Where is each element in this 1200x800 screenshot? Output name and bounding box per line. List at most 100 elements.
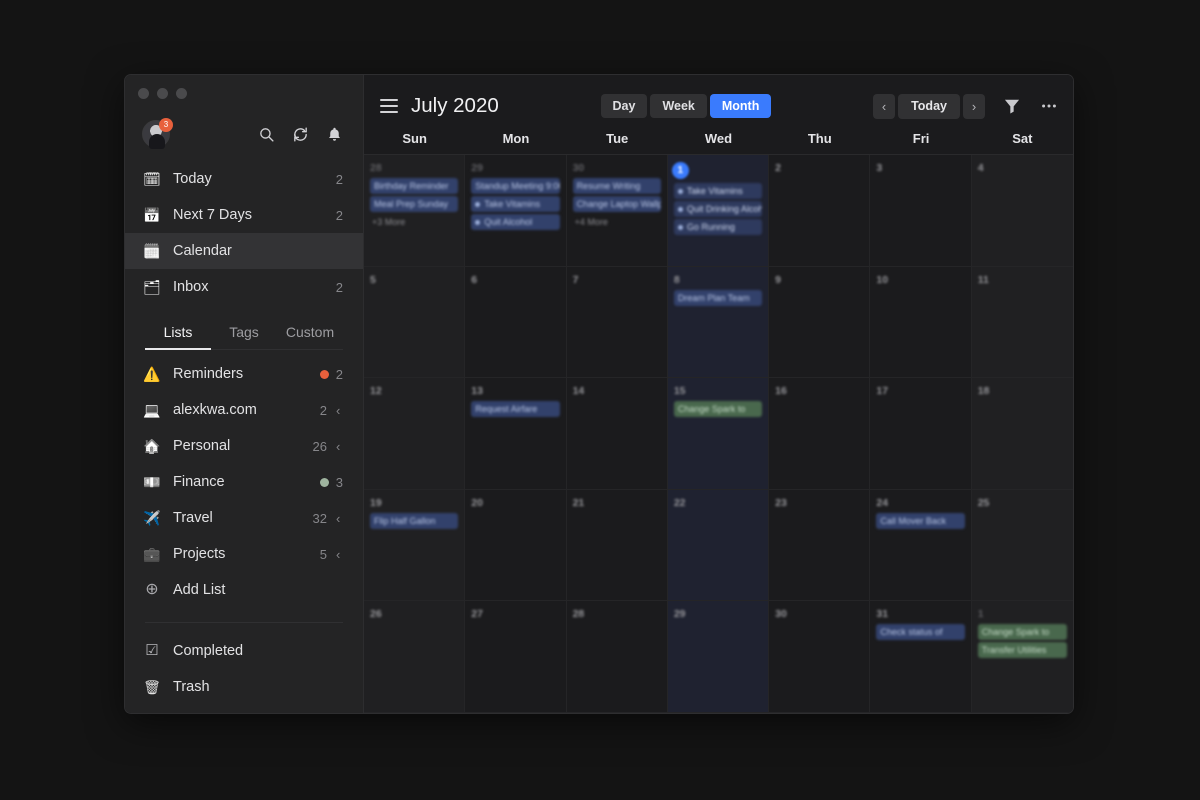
day-number: 15 — [673, 385, 686, 398]
calendar-day-cell[interactable]: 30 Resume Writing Change Laptop Wallpaper +… — [566, 155, 668, 267]
calendar-day-cell[interactable]: 11 — [971, 266, 1073, 379]
sync-icon[interactable] — [292, 126, 309, 143]
calendar-day-cell[interactable]: 7 — [566, 266, 668, 379]
calendar-event[interactable]: Quit Alcohol — [471, 214, 560, 230]
calendar-day-cell[interactable]: 3 — [870, 155, 972, 267]
calendar-event[interactable]: Quit Drinking Alcohol — [673, 201, 763, 217]
sidebar-item-today[interactable]: 🗓 Today 2 — [125, 161, 363, 197]
chevron-left-icon[interactable]: ‹ — [336, 511, 343, 526]
calendar-day-cell[interactable]: 28 — [566, 601, 668, 713]
view-switcher: Day Week Month — [600, 93, 772, 119]
list-item-personal[interactable]: 🏠 Personal 26 ‹ — [125, 428, 363, 464]
today-button[interactable]: Today — [898, 93, 960, 119]
calendar-day-cell[interactable]: 24 Call Mover Back — [870, 489, 972, 602]
sidebar-item-count: 2 — [335, 171, 343, 187]
calendar-event[interactable]: Call Mover Back — [876, 512, 965, 529]
calendar-event[interactable]: Check status of — [876, 624, 965, 641]
calendar-day-cell[interactable]: 29 Standup Meeting 9:00 Take Vitamins Quit … — [465, 155, 567, 267]
calendar-day-cell[interactable]: 15 Change Spark to — [667, 378, 770, 490]
search-icon[interactable] — [258, 126, 275, 143]
list-item-alexkwa-com[interactable]: 💻 alexkwa.com 2 ‹ — [125, 392, 363, 428]
calendar-day-cell[interactable]: 16 — [769, 378, 871, 490]
calendar-day-cell[interactable]: 30 — [769, 601, 871, 713]
day-number: 9 — [775, 273, 781, 286]
sidebar-item-inbox[interactable]: 🗂 Inbox 2 — [125, 269, 363, 305]
tab-custom[interactable]: Custom — [277, 317, 343, 349]
sidebar: 3 🗓 Today 2 📅 Next 7 Days 2 🗓️ Calendar … — [125, 75, 364, 713]
calendar-day-cell[interactable]: 23 — [769, 489, 871, 602]
minimize-button[interactable] — [157, 88, 168, 99]
view-month-button[interactable]: Month — [709, 93, 772, 119]
day-number: 30 — [775, 608, 787, 621]
chevron-left-icon[interactable]: ‹ — [336, 403, 343, 418]
close-button[interactable] — [138, 88, 149, 99]
calendar-event[interactable]: Request Airfare — [471, 401, 560, 418]
calendar-day-cell[interactable]: 13 Request Airfare — [465, 378, 567, 490]
list-item-travel[interactable]: ✈️ Travel 32 ‹ — [125, 500, 363, 536]
calendar-event[interactable]: +3 More — [370, 214, 458, 230]
sidebar-item-completed[interactable]: ☑ Completed — [125, 633, 363, 669]
calendar-day-cell[interactable]: 8 Dream Plan Team — [667, 266, 770, 379]
sidebar-item-next-7-days[interactable]: 📅 Next 7 Days 2 — [125, 197, 363, 233]
calendar-day-cell[interactable]: 17 — [870, 378, 972, 490]
day-number: 28 — [370, 162, 382, 174]
filter-icon[interactable] — [1002, 96, 1022, 116]
day-number: 19 — [370, 496, 382, 509]
calendar-day-cell[interactable]: 6 — [465, 266, 567, 379]
add-list-button[interactable]: ⊕ Add List — [125, 572, 363, 608]
list-item-projects[interactable]: 💼 Projects 5 ‹ — [125, 536, 363, 572]
list-item-finance[interactable]: 💵 Finance 3 — [125, 464, 363, 500]
calendar-event[interactable]: Change Laptop Wallpaper — [572, 196, 661, 212]
calendar-event[interactable]: Meal Prep Sunday — [370, 196, 459, 212]
calendar-event[interactable]: Dream Plan Team — [673, 289, 763, 306]
calendar-day-cell[interactable]: 25 — [971, 489, 1073, 602]
bell-icon[interactable] — [326, 126, 343, 143]
calendar-day-cell[interactable]: 4 — [971, 155, 1073, 267]
calendar-day-cell[interactable]: 20 — [465, 489, 567, 602]
tab-tags[interactable]: Tags — [211, 317, 277, 349]
calendar-day-cell[interactable]: 31 Check status of — [870, 601, 972, 713]
calendar-event[interactable]: Change Spark to — [673, 401, 763, 418]
view-day-button[interactable]: Day — [600, 93, 648, 119]
prev-period-button[interactable]: ‹ — [873, 93, 896, 119]
calendar-day-cell[interactable]: 10 — [870, 266, 972, 379]
calendar-day-cell[interactable]: 26 — [364, 601, 466, 713]
calendar-event[interactable]: Go Running — [673, 219, 763, 235]
sidebar-item-trash[interactable]: 🗑 Trash — [125, 669, 363, 705]
calendar-event[interactable]: Flip Half Gallon — [370, 512, 459, 529]
calendar-day-cell[interactable]: 21 — [566, 489, 668, 602]
calendar-event[interactable]: Take Vitamins — [673, 183, 763, 199]
calendar-event[interactable]: Take Vitamins — [471, 196, 560, 212]
calendar-day-cell[interactable]: 1 Take Vitamins Quit Drinking Alcohol Go Ru… — [667, 155, 770, 267]
zoom-button[interactable] — [176, 88, 187, 99]
calendar-event[interactable]: Standup Meeting 9:00 — [471, 178, 560, 194]
calendar-day-cell[interactable]: 18 — [971, 378, 1073, 490]
hamburger-icon[interactable] — [380, 99, 398, 113]
more-icon[interactable] — [1039, 96, 1059, 116]
calendar-day-cell[interactable]: 1 Change Spark to Transfer Utilities — [971, 601, 1073, 713]
calendar-day-cell[interactable]: 14 — [566, 378, 668, 490]
event-label: Take Vitamins — [686, 186, 743, 196]
calendar-day-cell[interactable]: 9 — [769, 266, 871, 379]
calendar-day-cell[interactable]: 19 Flip Half Gallon — [364, 489, 466, 602]
calendar-day-cell[interactable]: 12 — [364, 378, 466, 490]
calendar-day-cell[interactable]: 22 — [667, 489, 770, 602]
calendar-event[interactable]: Transfer Utilities — [977, 642, 1067, 659]
sidebar-item-calendar[interactable]: 🗓️ Calendar — [125, 233, 363, 269]
calendar-day-cell[interactable]: 28 Birthday Reminder Meal Prep Sunday +3 Mo… — [364, 155, 466, 267]
calendar-day-cell[interactable]: 29 — [667, 601, 770, 713]
calendar-event[interactable]: Resume Writing — [572, 178, 661, 194]
next-period-button[interactable]: › — [962, 93, 985, 119]
calendar-day-cell[interactable]: 5 — [364, 266, 466, 379]
list-item-reminders[interactable]: ⚠️ Reminders 2 — [125, 356, 363, 392]
avatar[interactable]: 3 — [142, 118, 173, 149]
calendar-day-cell[interactable]: 2 — [769, 155, 871, 267]
calendar-event[interactable]: Change Spark to — [977, 624, 1067, 641]
calendar-day-cell[interactable]: 27 — [465, 601, 567, 713]
calendar-event[interactable]: +4 More — [573, 214, 661, 230]
chevron-left-icon[interactable]: ‹ — [336, 439, 343, 454]
tab-lists[interactable]: Lists — [145, 317, 211, 349]
view-week-button[interactable]: Week — [650, 93, 707, 119]
calendar-event[interactable]: Birthday Reminder — [370, 178, 459, 194]
chevron-left-icon[interactable]: ‹ — [336, 547, 343, 562]
